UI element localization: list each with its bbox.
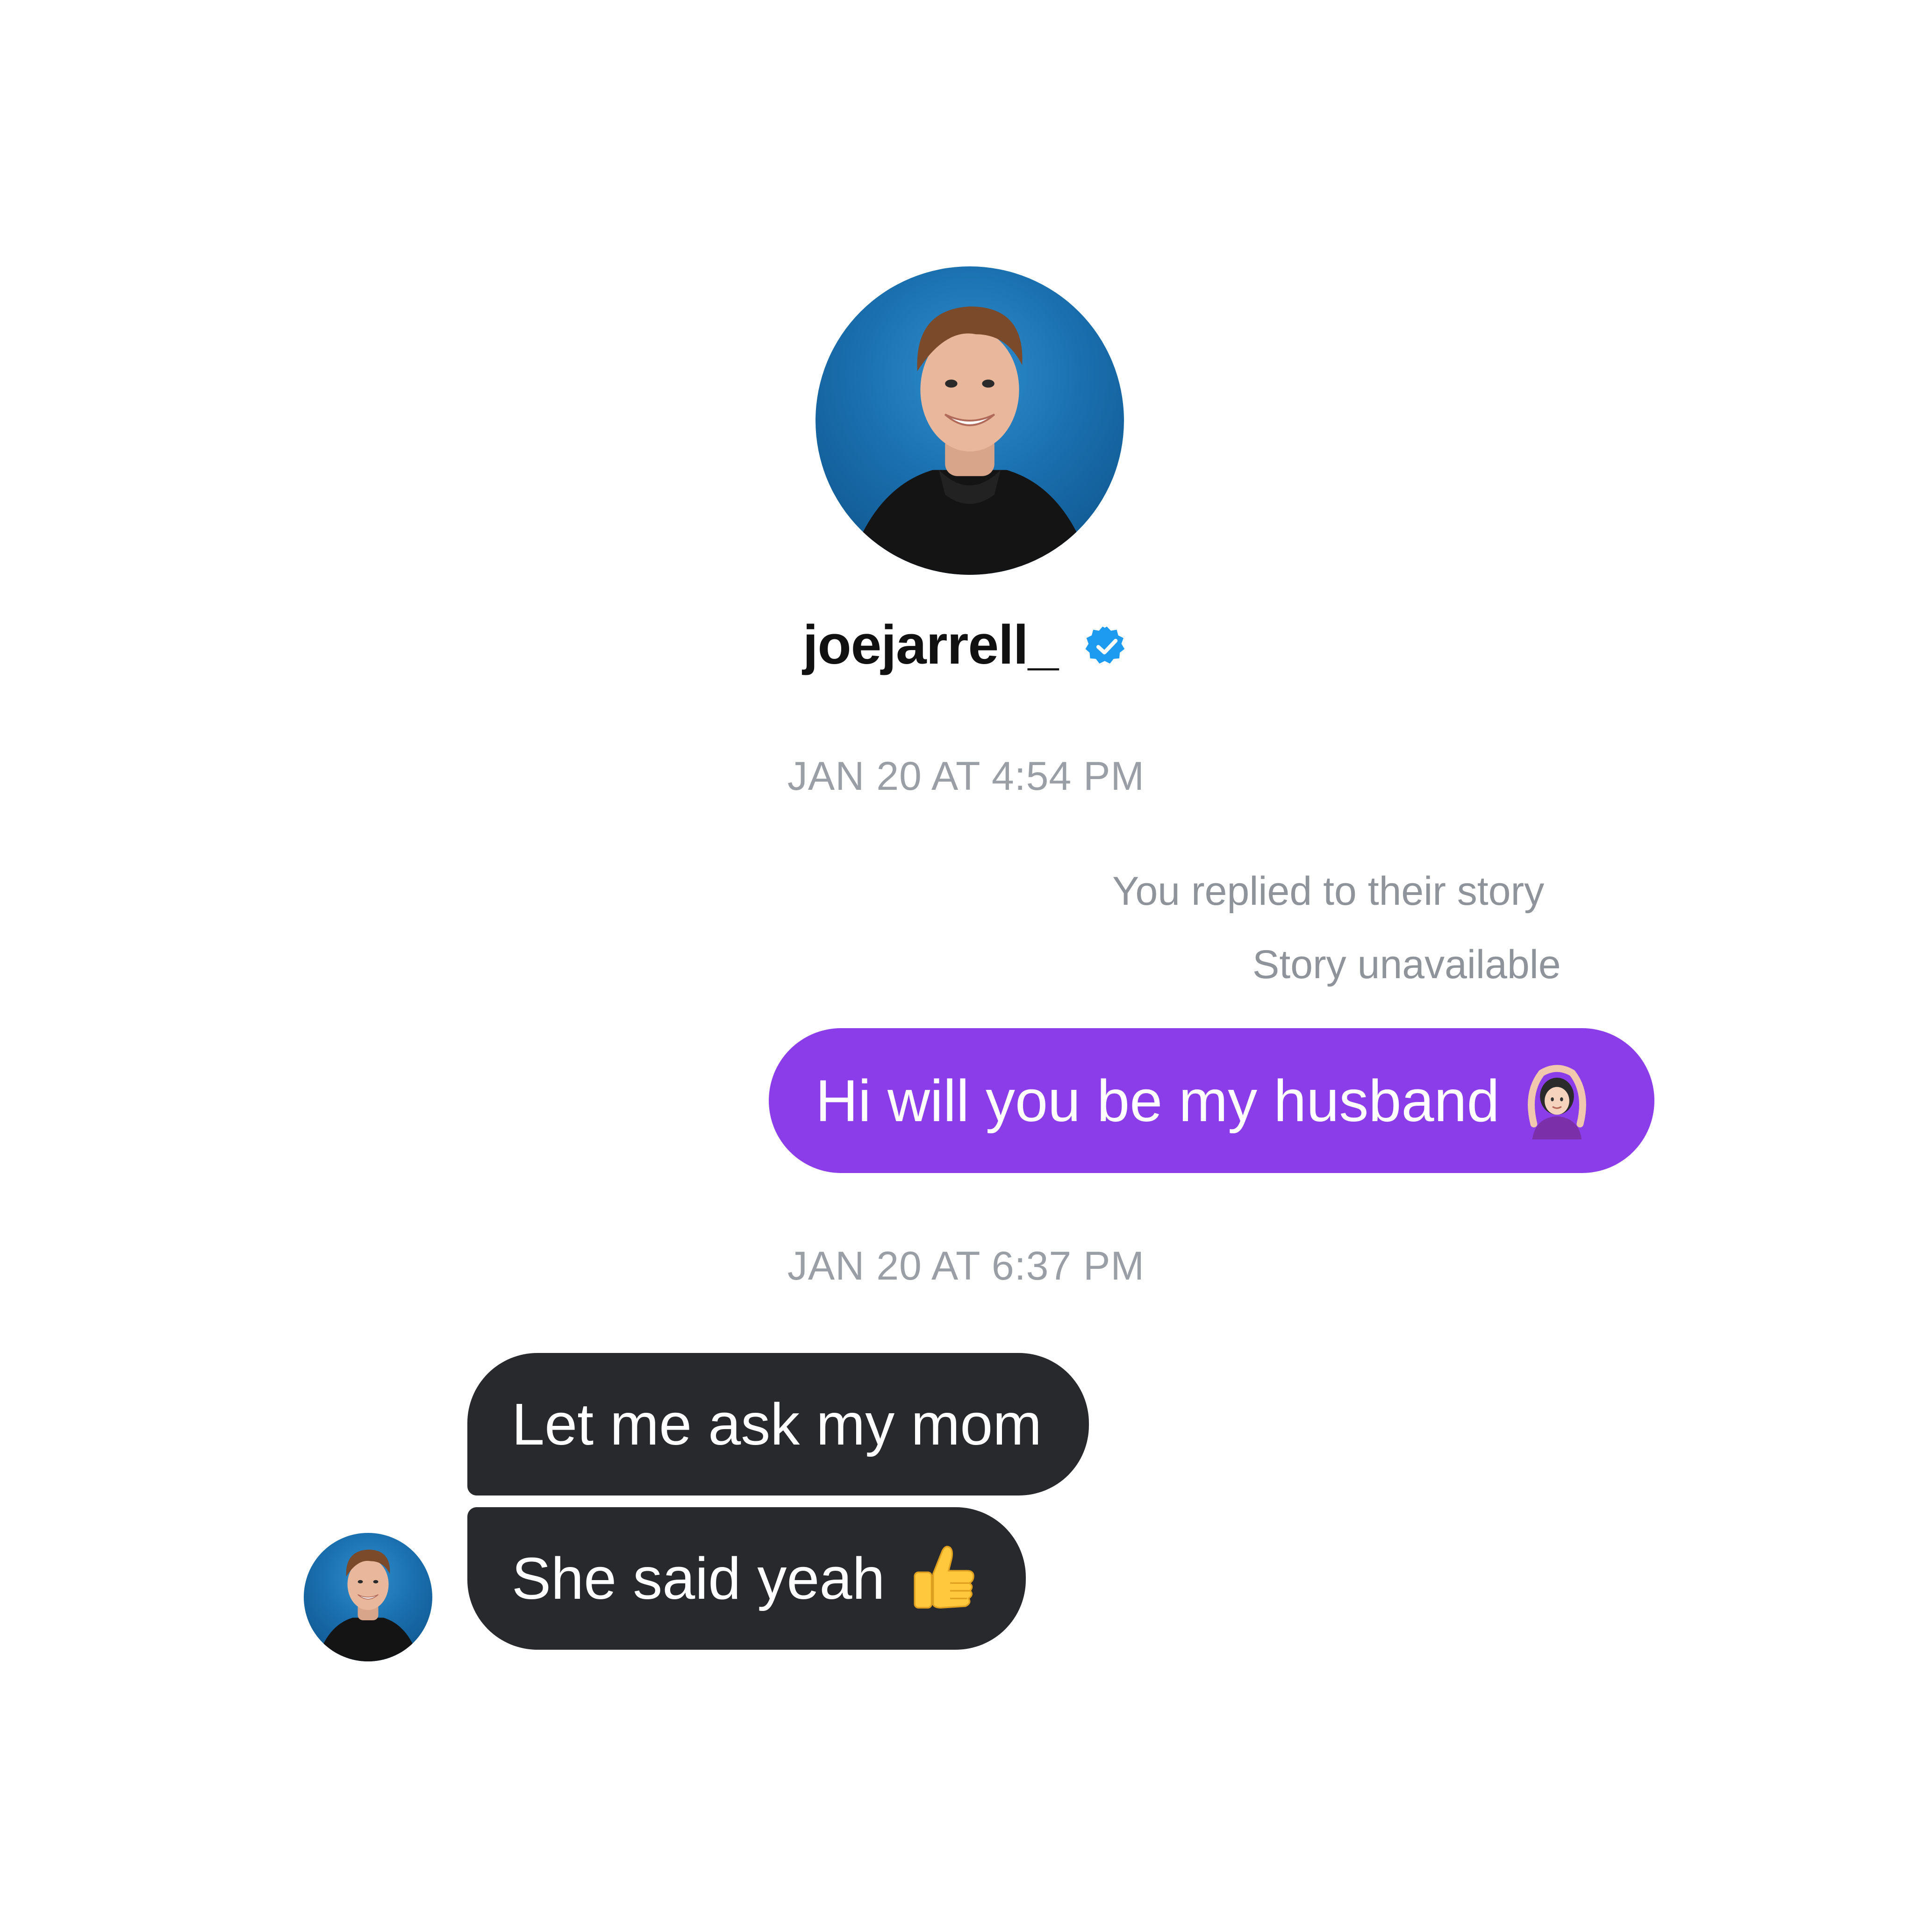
message-text: Let me ask my mom: [512, 1391, 1042, 1457]
story-unavailable-note: Story unavailable: [1252, 942, 1561, 987]
incoming-message-bubble[interactable]: Let me ask my mom: [467, 1353, 1089, 1496]
profile-header: joejarrell_: [0, 612, 1932, 678]
verified-badge-icon: [1084, 624, 1129, 669]
profile-photo-icon: [846, 306, 1093, 575]
sender-photo-icon: [316, 1549, 420, 1661]
outgoing-message-bubble[interactable]: Hi will you be my husband: [769, 1028, 1654, 1173]
woman-gesturing-ok-emoji-icon: [1518, 1062, 1596, 1139]
profile-avatar[interactable]: [816, 266, 1124, 575]
sender-avatar[interactable]: [304, 1533, 432, 1661]
message-text: Hi will you be my husband: [816, 1067, 1500, 1134]
profile-username[interactable]: joejarrell_: [803, 613, 1059, 677]
story-reply-note: You replied to their story: [1112, 869, 1545, 914]
message-timestamp: JAN 20 AT 6:37 PM: [787, 1244, 1145, 1288]
message-timestamp: JAN 20 AT 4:54 PM: [787, 754, 1145, 799]
incoming-message-bubble[interactable]: She said yeah: [467, 1507, 1026, 1650]
thumbs-up-emoji-icon: [904, 1540, 981, 1617]
message-text: She said yeah: [512, 1546, 885, 1611]
